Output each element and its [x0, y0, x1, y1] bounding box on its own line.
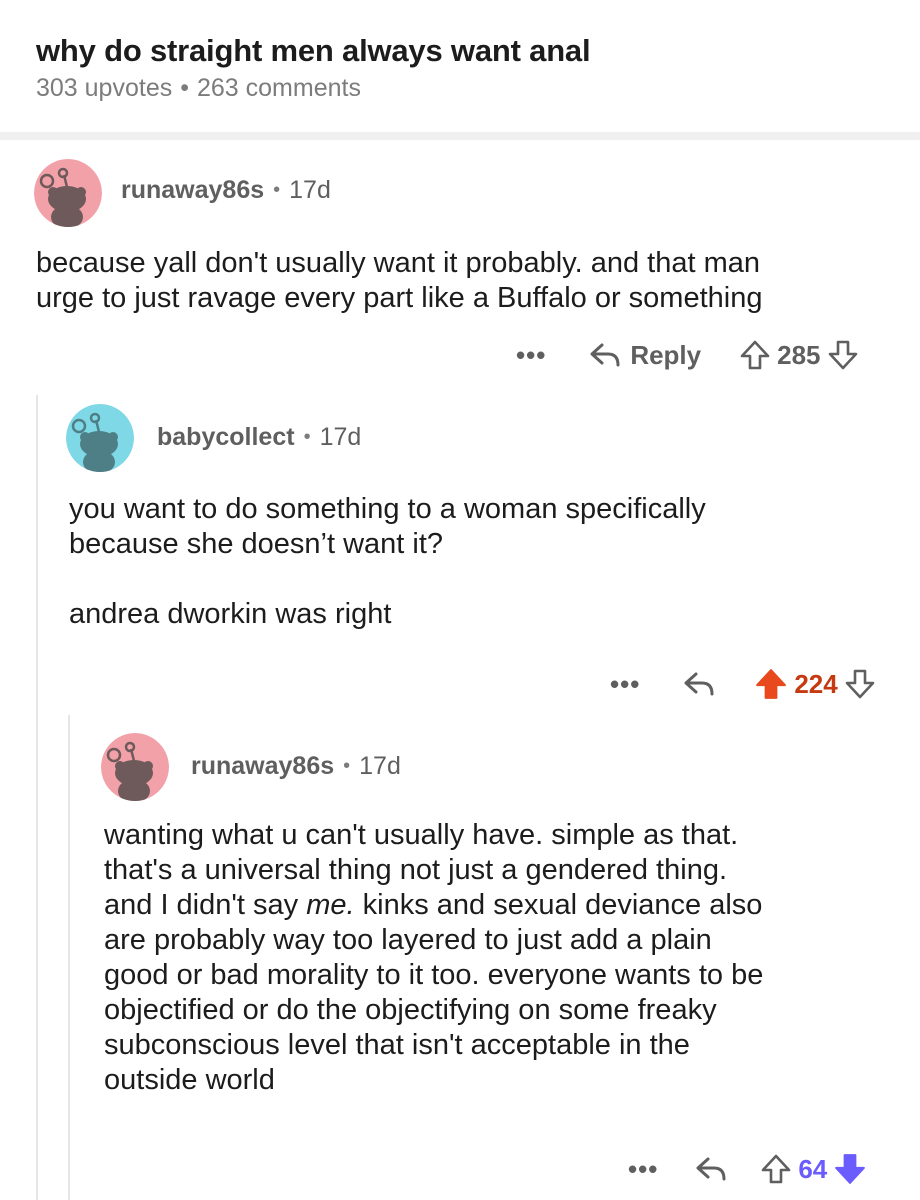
comment-body: wanting what u can't usually have. simpl… [104, 818, 763, 1098]
meta-separator: • [273, 179, 281, 201]
reply-icon [684, 672, 714, 696]
post-meta: 303 upvotes • 263 comments [36, 74, 361, 103]
comment-line: wanting what u can't usually have. simpl… [104, 819, 739, 851]
upvote-button[interactable] [754, 667, 788, 701]
downvote-arrow-filled-icon [835, 1154, 866, 1184]
more-options-button[interactable]: ••• [628, 1154, 658, 1185]
thread-line[interactable] [68, 715, 70, 1200]
downvote-arrow-icon [828, 340, 857, 370]
comment-author-line: runaway86s • 17d [121, 176, 331, 205]
comment-line: objectified or do the objectifying on so… [104, 994, 717, 1026]
downvote-arrow-icon [845, 669, 875, 699]
avatar[interactable] [34, 159, 102, 227]
username[interactable]: runaway86s [191, 752, 334, 781]
thread-line[interactable] [36, 395, 38, 1200]
comment-line: you want to do something to a woman spec… [69, 493, 706, 525]
more-options-button[interactable]: ••• [516, 340, 546, 371]
comment-actions: ••• Reply 285 [516, 335, 859, 375]
comment-line: that's a universal thing not just a gend… [104, 854, 728, 886]
comment-count: 263 comments [196, 74, 361, 102]
reply-icon [590, 343, 620, 367]
comment-actions: ••• 64 [628, 1149, 867, 1189]
upvote-button[interactable] [760, 1153, 792, 1185]
comment-line: and I didn't say me. kinks and sexual de… [104, 888, 763, 923]
post-title[interactable]: why do straight men always want anal [36, 33, 591, 69]
vote-score: 224 [794, 668, 838, 699]
reply-button[interactable]: Reply [588, 340, 701, 371]
more-options-button[interactable]: ••• [610, 669, 640, 700]
comment-age: 17d [319, 423, 362, 451]
reply-button[interactable] [682, 670, 716, 698]
comment-line: subconscious level that isn't acceptable… [104, 1029, 690, 1061]
snoo-avatar-teal-icon [66, 404, 134, 472]
upvote-count: 303 upvotes [36, 74, 173, 102]
upvote-arrow-icon [740, 340, 770, 370]
reply-label: Reply [630, 339, 702, 370]
vote-score: 285 [777, 339, 821, 370]
comment-text: and I didn't say [104, 889, 299, 921]
comment-body: because yall don't usually want it proba… [36, 246, 762, 316]
comment-actions: ••• 224 [610, 664, 876, 704]
section-divider [0, 132, 920, 140]
upvote-button[interactable] [739, 339, 771, 371]
comment-line: andrea dworkin was right [69, 598, 392, 630]
upvote-arrow-filled-icon [756, 669, 787, 699]
comment-age: 17d [359, 752, 401, 780]
comment-line: urge to just ravage every part like a Bu… [36, 282, 763, 314]
downvote-button[interactable] [833, 1152, 867, 1186]
upvote-arrow-icon [762, 1154, 791, 1184]
reply-button[interactable] [694, 1155, 728, 1183]
comment-line: are probably way too layered to just add… [104, 924, 712, 956]
snoo-avatar-pink-icon [101, 733, 169, 801]
comment-line: outside world [104, 1064, 275, 1096]
comment-line: because yall don't usually want it proba… [36, 247, 760, 279]
comment-line: good or bad morality to it too. everyone… [104, 959, 764, 991]
reply-icon [696, 1157, 726, 1181]
comment-age: 17d [289, 176, 331, 204]
comment-text: kinks and sexual deviance also [354, 889, 763, 921]
username[interactable]: runaway86s [121, 176, 264, 205]
comment-author-line: babycollect • 17d [157, 423, 361, 452]
vote-score: 64 [798, 1153, 828, 1184]
comment-line: because she doesn’t want it? [69, 528, 444, 560]
avatar[interactable] [66, 404, 134, 472]
downvote-button[interactable] [844, 668, 876, 700]
comment-author-line: runaway86s • 17d [191, 752, 401, 781]
meta-separator: • [303, 426, 311, 448]
downvote-button[interactable] [827, 339, 859, 371]
snoo-avatar-pink-icon [34, 159, 102, 227]
emphasized-text: me. [306, 889, 355, 921]
comment-body: you want to do something to a woman spec… [69, 492, 706, 632]
meta-separator: • [343, 755, 351, 777]
avatar[interactable] [101, 733, 169, 801]
username[interactable]: babycollect [157, 423, 295, 452]
meta-separator: • [180, 74, 189, 102]
